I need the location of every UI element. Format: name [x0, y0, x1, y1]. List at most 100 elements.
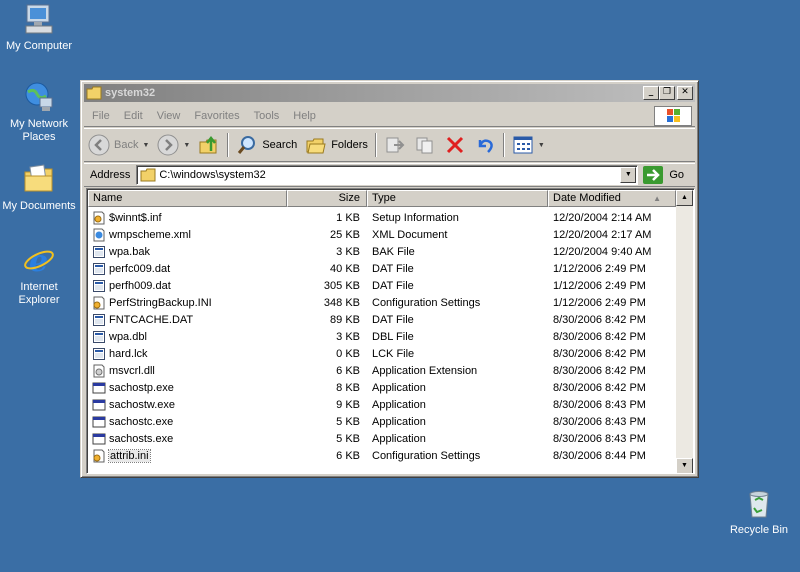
exe-icon	[92, 398, 109, 412]
file-row[interactable]: sachostw.exe 9 KB Application 8/30/2006 8:4…	[88, 396, 676, 413]
back-button[interactable]: Back ▼	[84, 131, 153, 159]
column-header-size[interactable]: Size	[287, 190, 367, 207]
file-size: 40 KB	[330, 262, 360, 275]
close-button[interactable]: ✕	[677, 86, 693, 100]
file-name-cell[interactable]: $winnt$.inf	[88, 211, 287, 225]
file-size: 0 KB	[336, 347, 360, 360]
file-name: PerfStringBackup.INI	[109, 296, 212, 309]
address-value[interactable]: C:\windows\system32	[159, 169, 620, 181]
column-header-name[interactable]: Name	[88, 190, 287, 207]
desktop-icon-recycle-bin[interactable]: Recycle Bin	[720, 486, 798, 537]
up-folder-icon	[199, 135, 217, 154]
undo-button[interactable]	[470, 131, 500, 159]
file-name-cell[interactable]: wpa.dbl	[88, 330, 287, 344]
vertical-scrollbar[interactable]: ▲ ▼	[676, 190, 693, 473]
file-row[interactable]: PerfStringBackup.INI 348 KB Configuration …	[88, 294, 676, 311]
file-row[interactable]: wpa.dbl 3 KB DBL File 8/30/2006 8:42 PM	[88, 328, 676, 345]
move-to-button[interactable]	[380, 131, 410, 159]
file-name-cell[interactable]: wmpscheme.xml	[88, 228, 287, 242]
file-type: LCK File	[372, 347, 415, 360]
file-name: attrib.ini	[108, 448, 151, 463]
menu-edit[interactable]: Edit	[117, 110, 150, 122]
file-type: DAT File	[372, 313, 414, 326]
forward-dropdown-icon[interactable]: ▼	[183, 142, 190, 149]
file-name-cell[interactable]: msvcrl.dll	[88, 364, 287, 378]
menu-favorites[interactable]: Favorites	[187, 110, 246, 122]
title-bar[interactable]: system32 _ ❐ ✕	[84, 84, 695, 102]
file-type: DAT File	[372, 279, 414, 292]
menu-file[interactable]: File	[84, 110, 117, 122]
address-dropdown-button[interactable]: ▼	[620, 167, 637, 183]
file-row[interactable]: sachostp.exe 8 KB Application 8/30/2006 8:4…	[88, 379, 676, 396]
desktop-icon-my-network-places[interactable]: My Network Places	[0, 80, 78, 144]
file-row[interactable]: perfc009.dat 40 KB DAT File 1/12/2006 2:49 …	[88, 260, 676, 277]
copy-to-button[interactable]	[410, 131, 440, 159]
menu-view[interactable]: View	[150, 110, 188, 122]
up-folder-button[interactable]	[194, 131, 224, 159]
explorer-window: system32 _ ❐ ✕ File Edit View Favorites …	[80, 80, 699, 478]
file-type: Application	[372, 432, 426, 445]
menu-tools[interactable]: Tools	[247, 110, 287, 122]
file-name: sachostc.exe	[109, 415, 174, 428]
file-name-cell[interactable]: sachostw.exe	[88, 398, 287, 412]
delete-icon	[446, 136, 463, 154]
file-date-modified: 8/30/2006 8:42 PM	[553, 347, 646, 360]
file-name-cell[interactable]: PerfStringBackup.INI	[88, 296, 287, 310]
file-row[interactable]: wmpscheme.xml 25 KB XML Document 12/20/2004…	[88, 226, 676, 243]
forward-button[interactable]: ▼	[153, 131, 194, 159]
search-button[interactable]: Search	[232, 131, 301, 159]
folders-icon	[306, 138, 326, 154]
file-name: hard.lck	[109, 347, 148, 360]
file-row[interactable]: msvcrl.dll 6 KB Application Extension 8/30/…	[88, 362, 676, 379]
minimize-button[interactable]: _	[643, 86, 659, 100]
search-label: Search	[262, 139, 298, 151]
menu-help[interactable]: Help	[286, 110, 323, 122]
views-dropdown-icon[interactable]: ▼	[538, 142, 545, 149]
file-name-cell[interactable]: perfh009.dat	[88, 279, 287, 293]
windows-logo	[654, 106, 692, 126]
file-name-cell[interactable]: sachosts.exe	[88, 432, 287, 446]
file-row[interactable]: sachostc.exe 5 KB Application 8/30/2006 8:4…	[88, 413, 676, 430]
file-name-cell[interactable]: hard.lck	[88, 347, 287, 361]
file-date-modified: 1/12/2006 2:49 PM	[553, 296, 646, 309]
file-row[interactable]: sachosts.exe 5 KB Application 8/30/2006 8:4…	[88, 430, 676, 447]
file-name-cell[interactable]: attrib.ini	[88, 448, 287, 463]
views-button[interactable]: ▼	[508, 131, 549, 159]
desktop-icon-internet-explorer[interactable]: e Internet Explorer	[0, 243, 78, 307]
column-header-date-label: Date Modified	[553, 192, 621, 204]
desktop-icon-my-documents[interactable]: My Documents	[0, 162, 78, 213]
file-name-cell[interactable]: perfc009.dat	[88, 262, 287, 276]
file-size: 1 KB	[336, 211, 360, 224]
column-header-type[interactable]: Type	[367, 190, 548, 207]
address-field[interactable]: C:\windows\system32 ▼	[136, 165, 639, 185]
toolbar: Back ▼ ▼ Search Folders ▼	[84, 128, 695, 162]
back-dropdown-icon[interactable]: ▼	[142, 142, 149, 149]
desktop-icon-my-computer[interactable]: My Computer	[0, 2, 78, 53]
folders-button[interactable]: Folders	[301, 131, 372, 159]
scroll-up-button[interactable]: ▲	[676, 190, 693, 206]
file-name-cell[interactable]: FNTCACHE.DAT	[88, 313, 287, 327]
exe-icon	[92, 432, 109, 446]
file-name-cell[interactable]: sachostc.exe	[88, 415, 287, 429]
file-row[interactable]: attrib.ini 6 KB Configuration Settings 8/30…	[88, 447, 676, 464]
toolbar-separator	[227, 133, 230, 157]
file-rows: $winnt$.inf 1 KB Setup Information 12/20/20…	[88, 209, 676, 464]
file-size: 5 KB	[336, 415, 360, 428]
generic-file-icon	[92, 330, 109, 344]
go-button[interactable]: Go	[643, 166, 684, 184]
scroll-down-button[interactable]: ▼	[676, 458, 693, 473]
file-row[interactable]: hard.lck 0 KB LCK File 8/30/2006 8:42 PM	[88, 345, 676, 362]
file-name-cell[interactable]: sachostp.exe	[88, 381, 287, 395]
sort-ascending-icon: ▲	[653, 194, 661, 203]
file-row[interactable]: FNTCACHE.DAT 89 KB DAT File 8/30/2006 8:42 …	[88, 311, 676, 328]
exe-icon	[92, 415, 109, 429]
svg-text:e: e	[29, 244, 48, 277]
maximize-button[interactable]: ❐	[659, 86, 675, 100]
file-row[interactable]: $winnt$.inf 1 KB Setup Information 12/20/20…	[88, 209, 676, 226]
file-row[interactable]: perfh009.dat 305 KB DAT File 1/12/2006 2:49…	[88, 277, 676, 294]
file-name-cell[interactable]: wpa.bak	[88, 245, 287, 259]
file-row[interactable]: wpa.bak 3 KB BAK File 12/20/2004 9:40 AM	[88, 243, 676, 260]
column-header-date-modified[interactable]: Date Modified ▲	[548, 190, 676, 207]
delete-button[interactable]	[440, 131, 470, 159]
ini-icon	[92, 296, 109, 310]
